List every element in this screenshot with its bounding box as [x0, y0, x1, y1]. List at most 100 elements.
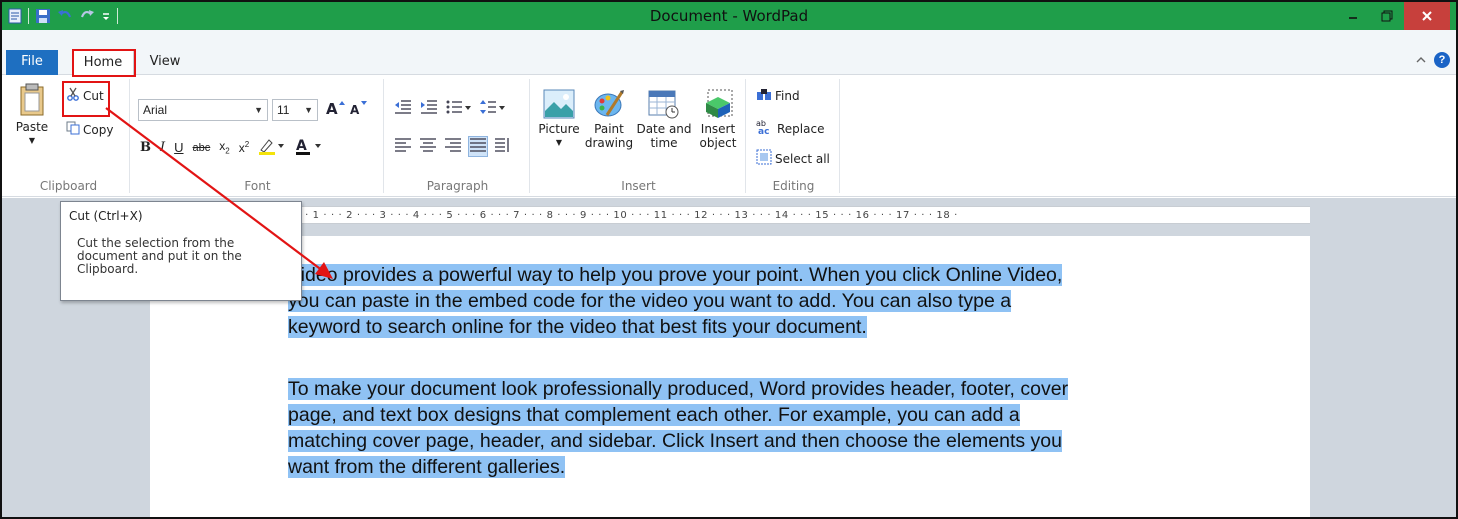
- paragraph-row-1: [394, 99, 506, 118]
- paragraph-group: Paragraph: [386, 79, 530, 193]
- paint-drawing-button[interactable]: Paint drawing: [584, 89, 634, 150]
- find-button[interactable]: Find: [756, 87, 800, 104]
- ribbon-tab-bar: File Home View ?: [2, 30, 1456, 75]
- paragraph-2-line-4: want from the different galleries.: [288, 456, 566, 478]
- wordpad-window: Document - WordPad File Home View ? Past…: [0, 0, 1458, 519]
- restore-button[interactable]: [1370, 2, 1404, 30]
- picture-dropdown-icon[interactable]: ▼: [556, 136, 562, 150]
- insert-picture-button[interactable]: Picture ▼: [536, 89, 582, 150]
- grow-font-button[interactable]: A: [326, 99, 346, 121]
- cut-button-highlight: [62, 81, 110, 117]
- paragraph-2-line-2: page, and text box designs that compleme…: [288, 404, 1020, 426]
- calendar-clock-icon: [648, 89, 680, 122]
- increase-indent-icon[interactable]: [420, 99, 438, 118]
- replace-label: Replace: [777, 121, 825, 136]
- insert-object-label-1: Insert: [700, 122, 736, 136]
- tooltip-body-line-3: Clipboard.: [77, 262, 139, 276]
- help-icon[interactable]: ?: [1434, 52, 1450, 68]
- home-tab-highlight: [72, 49, 136, 77]
- paragraph-settings-icon[interactable]: [494, 137, 512, 156]
- font-family-select[interactable]: Arial ▼: [138, 99, 268, 121]
- justify-icon[interactable]: [468, 136, 488, 157]
- bold-button[interactable]: B: [140, 140, 151, 155]
- tooltip-body: Cut the selection from the document and …: [69, 237, 293, 276]
- cut-tooltip: Cut (Ctrl+X) Cut the selection from the …: [60, 201, 302, 301]
- font-family-value: Arial: [143, 103, 168, 117]
- align-center-icon[interactable]: [419, 137, 437, 156]
- ribbon-help-area: ?: [1416, 52, 1450, 68]
- copy-button[interactable]: Copy: [66, 121, 113, 138]
- paragraph-1[interactable]: Video provides a powerful way to help yo…: [288, 262, 1174, 340]
- decrease-indent-icon[interactable]: [394, 99, 412, 118]
- shrink-font-button[interactable]: A: [350, 99, 368, 120]
- paint-drawing-label-2: drawing: [584, 136, 634, 150]
- tab-view[interactable]: View: [140, 50, 190, 75]
- select-all-icon: [756, 149, 772, 168]
- superscript-button[interactable]: x2: [239, 140, 249, 155]
- svg-text:A: A: [296, 138, 307, 154]
- copy-icon: [66, 121, 80, 138]
- paste-icon: [19, 83, 45, 120]
- minimize-ribbon-icon[interactable]: [1416, 53, 1426, 67]
- close-button[interactable]: [1404, 2, 1450, 30]
- tooltip-title: Cut (Ctrl+X): [69, 209, 143, 223]
- line-spacing-icon[interactable]: [480, 99, 506, 118]
- tab-file[interactable]: File: [6, 50, 58, 75]
- paragraph-1-line-1: Video provides a powerful way to help yo…: [288, 264, 1063, 286]
- select-all-label: Select all: [775, 151, 830, 166]
- insert-object-icon: [702, 89, 734, 122]
- ruler-ticks: · · · 1 · · · 2 · · · 3 · · · 4 · · · 5 …: [290, 210, 958, 221]
- paste-dropdown-icon[interactable]: ▼: [29, 134, 35, 148]
- paste-button[interactable]: Paste ▼: [14, 83, 50, 148]
- grow-font-icon: A: [326, 99, 346, 121]
- horizontal-ruler[interactable]: · · · 1 · · · 2 · · · 3 · · · 4 · · · 5 …: [150, 206, 1310, 224]
- copy-label: Copy: [83, 122, 114, 137]
- paragraph-2[interactable]: To make your document look professionall…: [288, 376, 1174, 480]
- paragraph-1-line-2: you can paste in the embed code for the …: [288, 290, 1012, 312]
- replace-icon: ab ac: [756, 119, 774, 138]
- insert-object-label-2: object: [699, 136, 737, 150]
- subscript-button[interactable]: x2: [219, 139, 229, 155]
- select-all-button[interactable]: Select all: [756, 149, 830, 168]
- svg-text:A: A: [326, 100, 338, 117]
- paragraph-2-line-3: matching cover page, header, and sidebar…: [288, 430, 1062, 452]
- font-size-dropdown-icon[interactable]: ▼: [304, 100, 313, 120]
- minimize-button[interactable]: [1336, 2, 1370, 30]
- replace-button[interactable]: ab ac Replace: [756, 119, 824, 138]
- document-page[interactable]: Video provides a powerful way to help yo…: [150, 236, 1310, 517]
- date-time-button[interactable]: Date and time: [636, 89, 692, 150]
- svg-text:ac: ac: [758, 127, 769, 135]
- svg-text:A: A: [350, 103, 360, 117]
- editing-group: Find ab ac Replace Select all Editing: [748, 79, 840, 193]
- find-label: Find: [775, 88, 800, 103]
- font-group-label: Font: [244, 179, 271, 193]
- paint-palette-icon: [593, 89, 625, 122]
- insert-group-label: Insert: [621, 179, 656, 193]
- align-right-icon[interactable]: [444, 137, 462, 156]
- picture-label: Picture: [538, 122, 580, 136]
- font-family-dropdown-icon[interactable]: ▼: [254, 100, 263, 120]
- align-left-icon[interactable]: [394, 137, 412, 156]
- paint-drawing-label-1: Paint: [594, 122, 624, 136]
- picture-icon: [543, 89, 575, 122]
- text-color-button[interactable]: A: [295, 137, 323, 158]
- font-size-select[interactable]: 11 ▼: [272, 99, 318, 121]
- paragraph-1-line-3: keyword to search online for the video t…: [288, 316, 867, 338]
- binoculars-icon: [756, 87, 772, 104]
- italic-button[interactable]: I: [160, 140, 165, 155]
- highlight-color-button[interactable]: [258, 137, 286, 158]
- paragraph-2-line-1: To make your document look professionall…: [288, 378, 1069, 400]
- window-title: Document - WordPad: [649, 7, 809, 25]
- date-time-label-1: Date and: [636, 122, 692, 136]
- bullet-list-icon[interactable]: [446, 99, 472, 118]
- underline-button[interactable]: U: [174, 140, 183, 155]
- font-group: Arial ▼ 11 ▼ A A B I U abc x2 x2 A Font: [132, 79, 384, 193]
- shrink-font-icon: A: [350, 99, 368, 120]
- insert-object-button[interactable]: Insert object: [694, 89, 742, 150]
- strikethrough-button[interactable]: abc: [193, 142, 211, 154]
- window-controls: [1336, 2, 1456, 30]
- insert-group: Picture ▼ Paint drawing Date and time In…: [532, 79, 746, 193]
- date-time-label-2: time: [650, 136, 678, 150]
- paste-label: Paste: [15, 120, 49, 134]
- clipboard-group-label: Clipboard: [39, 179, 98, 193]
